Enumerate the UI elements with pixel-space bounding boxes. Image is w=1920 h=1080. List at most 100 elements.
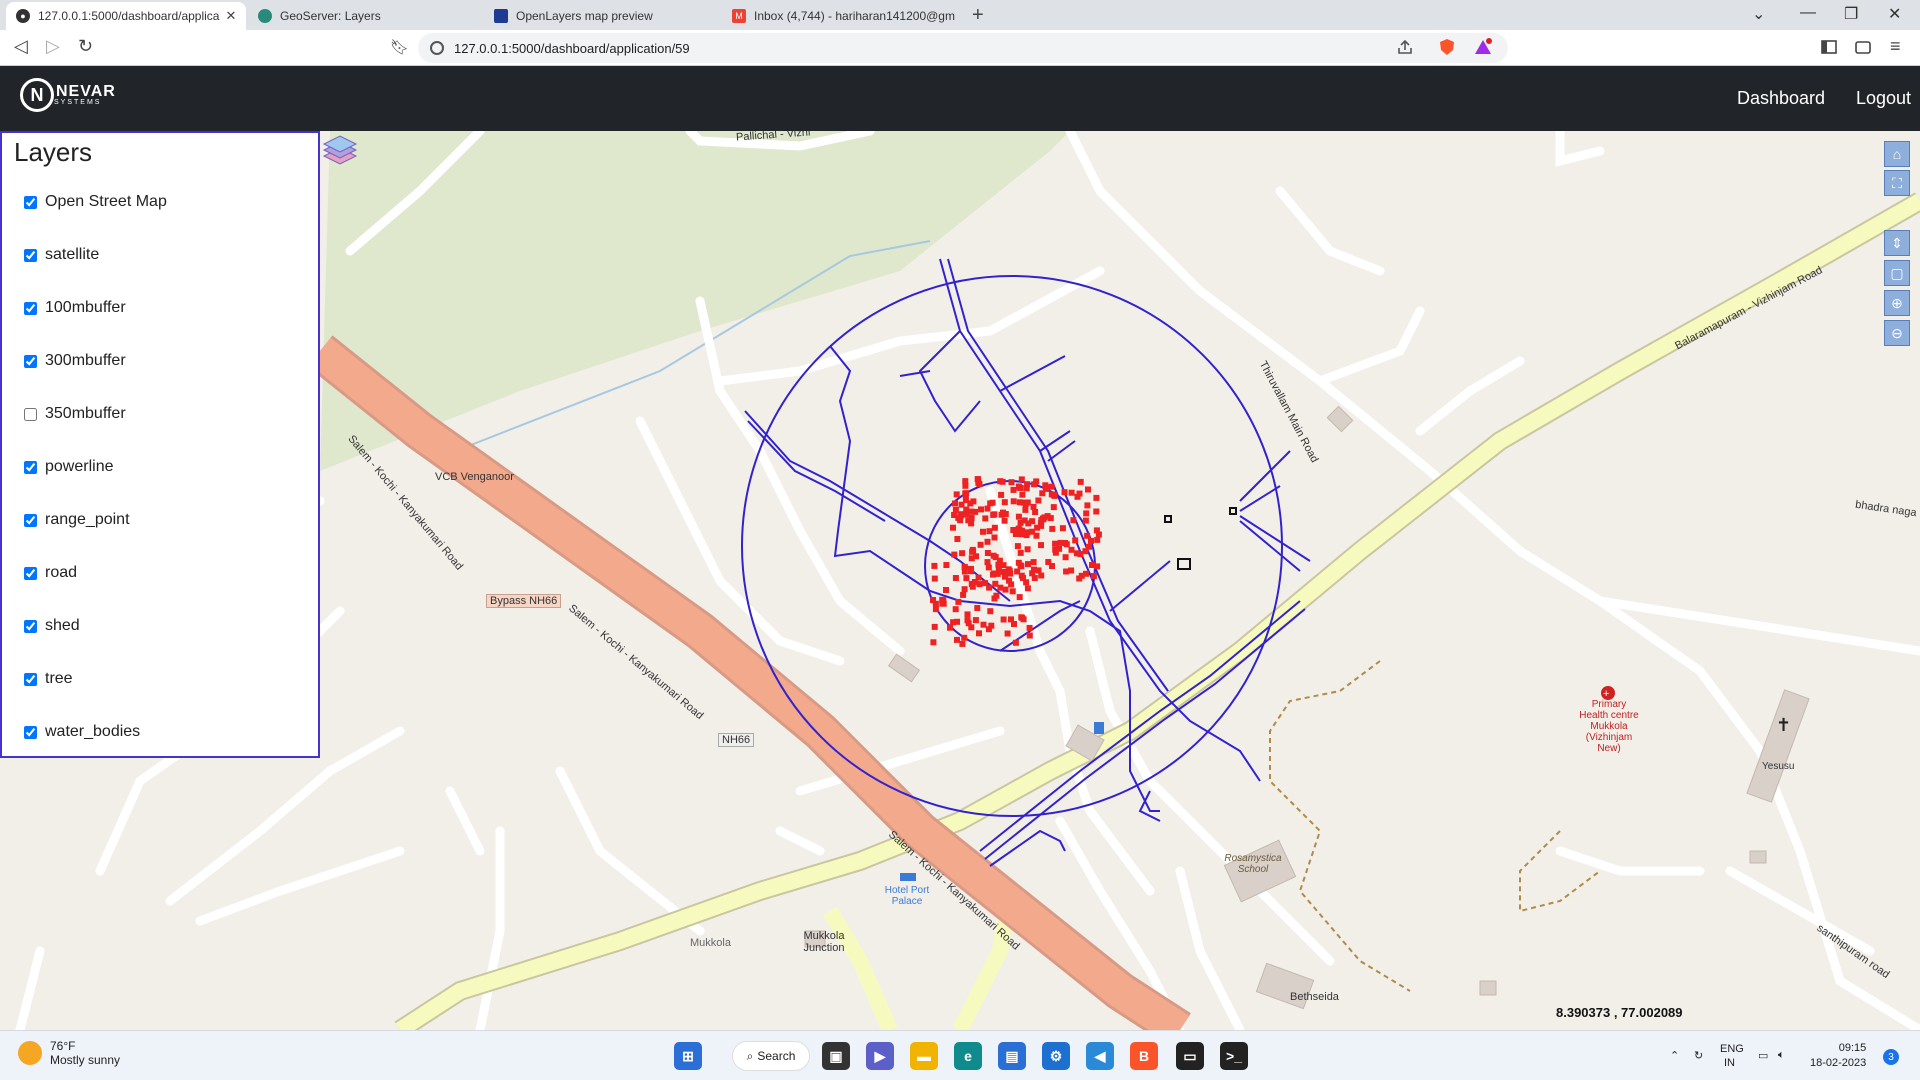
mouse-coordinates: 8.390373 , 77.002089: [1556, 1005, 1683, 1020]
tree-point: [985, 626, 992, 633]
layer-checkbox[interactable]: [24, 513, 37, 527]
restore-icon[interactable]: ❐: [1844, 4, 1858, 24]
teams-chat-icon[interactable]: ▶: [866, 1042, 894, 1070]
layer-checkbox[interactable]: [24, 354, 37, 368]
zoom-out-icon[interactable]: ⊖: [1884, 320, 1910, 346]
tree-point: [955, 598, 962, 605]
layer-row-350mbuffer[interactable]: 350mbuffer: [24, 405, 126, 423]
layer-checkbox[interactable]: [24, 248, 37, 262]
home-icon[interactable]: ⌂: [1884, 141, 1910, 167]
network-icon[interactable]: ▭: [1758, 1049, 1768, 1062]
region-code[interactable]: IN: [1724, 1057, 1735, 1069]
share-icon[interactable]: [1396, 38, 1414, 56]
tree-point: [1083, 570, 1089, 577]
tab-list-icon[interactable]: ⌄: [1752, 4, 1765, 24]
windows-start-icon[interactable]: ⊞: [674, 1042, 702, 1070]
label-mukkola-junction: Mukkola Junction: [803, 930, 845, 954]
layer-row-satellite[interactable]: satellite: [24, 246, 99, 264]
tree-point: [1011, 621, 1017, 627]
wallet-icon[interactable]: [1854, 38, 1872, 56]
layer-row-300mbuffer[interactable]: 300mbuffer: [24, 352, 126, 370]
layer-row-100mbuffer[interactable]: 100mbuffer: [24, 299, 126, 317]
tree-point: [1014, 568, 1021, 575]
layer-row-open-street-map[interactable]: Open Street Map: [24, 193, 167, 211]
reload-icon[interactable]: ↻: [78, 36, 93, 57]
menu-icon[interactable]: ≡: [1890, 36, 1901, 57]
fullscreen-icon[interactable]: ⛶: [1884, 170, 1910, 196]
nevar-logo[interactable]: N NEVAR SYSTEMS: [20, 78, 116, 112]
layer-row-shed[interactable]: shed: [24, 617, 80, 635]
new-tab-icon[interactable]: +: [972, 4, 984, 27]
nav-dashboard[interactable]: Dashboard: [1737, 88, 1825, 109]
tab-dashboard[interactable]: ● 127.0.0.1:5000/dashboard/applica ✕: [6, 2, 246, 30]
tree-point: [1068, 489, 1075, 496]
layer-row-water-bodies[interactable]: water_bodies: [24, 723, 140, 741]
tree-point: [984, 550, 991, 556]
tab-inbox[interactable]: M Inbox (4,744) - hariharan141200@gm: [722, 2, 962, 30]
tab-openlayers[interactable]: OpenLayers map preview: [484, 2, 720, 30]
tree-point: [952, 606, 959, 613]
clock[interactable]: 09:15 18-02-2023: [1810, 1041, 1866, 1071]
layer-checkbox[interactable]: [24, 619, 37, 633]
cmd-icon[interactable]: >_: [1220, 1042, 1248, 1070]
volume-icon[interactable]: 🔈︎: [1778, 1049, 1785, 1062]
layer-row-tree[interactable]: tree: [24, 670, 73, 688]
notification-badge[interactable]: 3: [1883, 1049, 1899, 1065]
close-window-icon[interactable]: ✕: [1888, 4, 1901, 24]
tree-point: [1059, 525, 1066, 532]
file-explorer-icon[interactable]: ▬: [910, 1042, 938, 1070]
vscode-icon[interactable]: ◀: [1086, 1042, 1114, 1070]
layer-checkbox[interactable]: [24, 566, 37, 580]
chevron-up-icon[interactable]: ⌃: [1670, 1049, 1679, 1062]
layer-row-powerline[interactable]: powerline: [24, 458, 113, 476]
layer-checkbox[interactable]: [24, 301, 37, 315]
taskbar-search[interactable]: ⌕ Search: [732, 1041, 810, 1071]
store-icon[interactable]: ▤: [998, 1042, 1026, 1070]
minimize-icon[interactable]: —: [1800, 4, 1816, 22]
tab-title: GeoServer: Layers: [280, 9, 381, 23]
tree-point: [1008, 479, 1015, 486]
close-tab-icon[interactable]: ✕: [219, 8, 236, 24]
track-2: [1519, 830, 1601, 913]
select-area-icon[interactable]: ▢: [1884, 260, 1910, 286]
label-bethseida: Bethseida: [1290, 991, 1339, 1003]
terminal-icon[interactable]: ▭: [1176, 1042, 1204, 1070]
tree-point: [1076, 575, 1083, 582]
site-info-icon[interactable]: [430, 41, 444, 55]
tree-point: [930, 639, 937, 646]
brave-icon[interactable]: B: [1130, 1042, 1158, 1070]
layer-row-road[interactable]: road: [24, 564, 77, 582]
zoom-in-icon[interactable]: ⊕: [1884, 290, 1910, 316]
layer-checkbox[interactable]: [24, 195, 37, 209]
brave-shield-icon[interactable]: [1438, 38, 1456, 56]
lang-code[interactable]: ENG: [1720, 1043, 1744, 1055]
nav-logout[interactable]: Logout: [1856, 88, 1911, 109]
layer-checkbox[interactable]: [24, 407, 37, 421]
layer-row-range-point[interactable]: range_point: [24, 511, 130, 529]
tree-point: [987, 608, 994, 615]
back-icon[interactable]: ◁: [14, 36, 28, 57]
layer-checkbox[interactable]: [24, 460, 37, 474]
geoserver-icon: [258, 9, 272, 23]
layer-switcher-icon[interactable]: [320, 134, 360, 170]
measure-length-icon[interactable]: ⇕: [1884, 230, 1910, 256]
layer-checkbox[interactable]: [24, 672, 37, 686]
tab-geoserver[interactable]: GeoServer: Layers: [248, 2, 478, 30]
settings-app-icon[interactable]: ⚙: [1042, 1042, 1070, 1070]
label-hotel: Hotel Port Palace: [884, 885, 930, 907]
bookmark-icon[interactable]: 🔖︎: [390, 38, 409, 56]
sync-icon[interactable]: ↻: [1694, 1049, 1703, 1062]
task-view-icon[interactable]: ▣: [822, 1042, 850, 1070]
tab-title: Inbox (4,744) - hariharan141200@gm: [754, 9, 955, 23]
layer-label: range_point: [45, 511, 130, 528]
brave-rewards-icon[interactable]: [1474, 38, 1492, 56]
weather-widget[interactable]: 76°F Mostly sunny: [18, 1039, 120, 1067]
forward-icon[interactable]: ▷: [46, 36, 60, 57]
tree-point: [943, 562, 950, 568]
sidebar-icon[interactable]: [1820, 38, 1838, 56]
edge-icon[interactable]: e: [954, 1042, 982, 1070]
address-bar[interactable]: 127.0.0.1:5000/dashboard/application/59: [418, 33, 1508, 63]
layers-panel: Layers Open Street Map satellite 100mbuffe…: [0, 131, 320, 758]
layer-checkbox[interactable]: [24, 725, 37, 739]
tree-point: [1006, 577, 1012, 584]
